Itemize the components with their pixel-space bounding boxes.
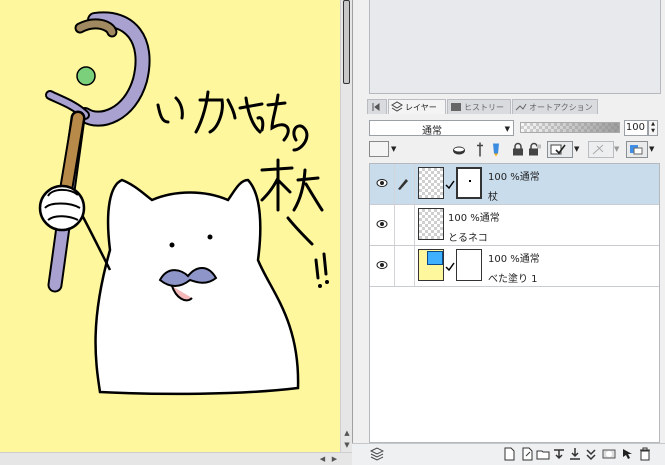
tab-history[interactable]: ヒストリー — [447, 99, 511, 114]
clip-icon — [550, 144, 566, 155]
layer-row-staff[interactable]: 100 %通常 杖 — [370, 164, 659, 205]
ruler-icon — [592, 144, 604, 155]
layer-stack-icon — [391, 101, 403, 112]
clip-layer-button[interactable] — [547, 141, 573, 158]
apply-mask-icon[interactable] — [620, 447, 634, 461]
layer-blend-info: 100 %通常 — [488, 254, 540, 265]
transfer-to-lower-layer-icon[interactable] — [552, 447, 566, 461]
combine-visible-icon[interactable] — [584, 447, 598, 461]
lock-icon[interactable] — [512, 141, 524, 158]
canvas-horizontal-scrollbar[interactable]: ◀ ▶ — [0, 452, 352, 465]
chevron-down-icon[interactable]: ▼ — [391, 141, 405, 158]
layer-stack-icon[interactable] — [370, 447, 384, 461]
layer-mask-thumbnail — [456, 249, 482, 281]
layer-thumbnail — [418, 167, 444, 199]
vertical-scroll-thumb[interactable] — [343, 0, 350, 84]
transparency-lock-icon[interactable] — [528, 141, 542, 158]
layer-row-toru-neko[interactable]: 100 %通常 とるネコ — [370, 205, 659, 246]
checkmark-icon — [445, 262, 455, 272]
eye-icon[interactable] — [372, 260, 392, 273]
new-vector-layer-icon[interactable] — [520, 447, 534, 461]
eye-icon[interactable] — [372, 219, 392, 232]
chevron-down-icon: ▼ — [504, 125, 510, 133]
layer-bottom-toolbar — [352, 443, 665, 465]
ruler-layer-button[interactable] — [588, 141, 614, 158]
merge-down-icon[interactable] — [568, 447, 582, 461]
layer-color-swatch[interactable] — [369, 141, 389, 157]
chevron-down-icon[interactable]: ▼ — [649, 141, 659, 158]
eye-icon — [376, 261, 388, 269]
tab-auto-action[interactable]: オートアクション — [512, 99, 598, 114]
panel-tab-bar: レイヤー ヒストリー オートアクション — [367, 99, 665, 115]
tab-history-label: ヒストリー — [464, 103, 504, 112]
tab-auto-action-label: オートアクション — [529, 103, 593, 112]
eye-icon — [376, 179, 388, 187]
opacity-slider[interactable] — [520, 122, 620, 133]
reference-layer-icon[interactable] — [452, 141, 466, 158]
layer-row-fill[interactable]: 100 %通常 べた塗り 1 — [370, 246, 659, 287]
layer-name: とるネコ — [448, 233, 488, 244]
layer-name: べた塗り 1 — [488, 274, 538, 285]
layer-mask-icon[interactable] — [602, 447, 616, 461]
layer-list[interactable]: 100 %通常 杖 100 %通常 とるネコ 100 %通常 べた塗り 1 — [369, 163, 660, 443]
pen-color-icon[interactable] — [490, 141, 502, 158]
checkmark-icon — [445, 180, 455, 190]
canvas-illustration — [38, 11, 329, 396]
draft-layer-icon[interactable] — [474, 141, 486, 158]
upper-empty-panel — [369, 0, 661, 94]
opacity-input[interactable]: 100 — [624, 120, 648, 136]
layer-name: 杖 — [488, 192, 498, 203]
layer-blend-info: 100 %通常 — [488, 172, 540, 183]
pen-brush-icon — [398, 179, 408, 190]
auto-action-icon — [515, 103, 527, 111]
layer-thumbnail — [418, 208, 444, 240]
panel-menu-button[interactable] — [367, 99, 387, 114]
tab-layer[interactable]: レイヤー — [388, 99, 446, 114]
chevron-down-icon: ▼ — [614, 145, 620, 153]
new-folder-icon[interactable] — [536, 447, 550, 461]
drawing-canvas[interactable] — [0, 0, 340, 452]
layer-blend-info: 100 %通常 — [448, 213, 500, 224]
blend-mode-select[interactable]: 通常 ▼ — [369, 120, 514, 137]
scroll-right-arrow-icon[interactable]: ▶ — [329, 453, 340, 465]
layer-color-button[interactable] — [626, 141, 648, 158]
chevron-down-icon[interactable]: ▼ — [574, 141, 586, 158]
opacity-spinner[interactable]: ▲ ▼ — [648, 120, 658, 136]
panel-menu-icon — [372, 103, 380, 111]
eye-icon[interactable] — [372, 178, 392, 191]
layer-mask-thumbnail — [456, 167, 482, 199]
history-icon — [451, 103, 461, 111]
blend-mode-value: 通常 — [422, 126, 442, 137]
new-raster-layer-icon[interactable] — [502, 447, 516, 461]
tab-layer-label: レイヤー — [405, 103, 437, 112]
scroll-left-arrow-icon[interactable]: ◀ — [317, 453, 328, 465]
eye-icon — [376, 220, 388, 228]
layer-thumbnail — [418, 249, 444, 281]
trash-icon[interactable] — [638, 447, 652, 461]
layer-color-icon — [630, 145, 643, 155]
